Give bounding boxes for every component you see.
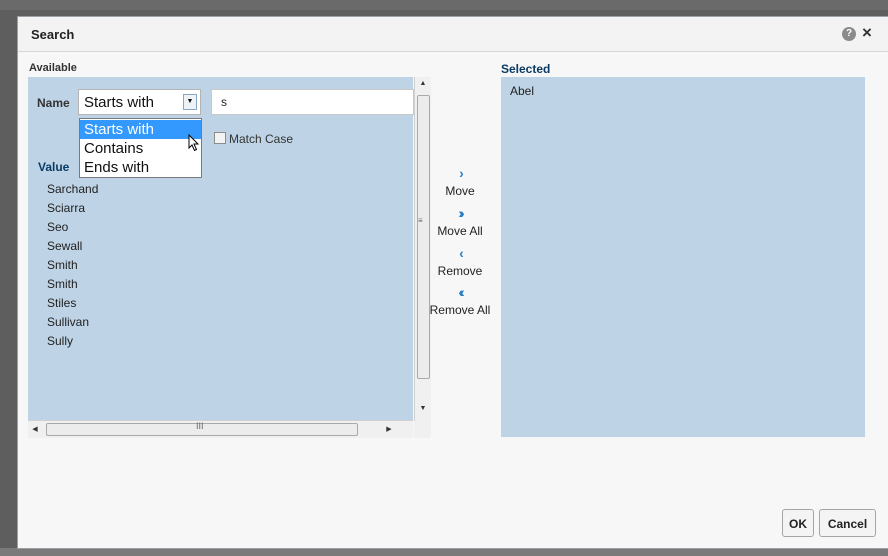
search-input[interactable] [211, 89, 414, 115]
match-case-checkbox[interactable]: Match Case [214, 132, 293, 146]
move-button[interactable]: › Move [423, 165, 497, 198]
chevron-left-icon: ‹ [459, 245, 464, 261]
checkbox-icon[interactable] [214, 132, 226, 144]
list-item[interactable]: Sullivan [47, 313, 98, 332]
list-item[interactable]: Abel [510, 84, 534, 98]
move-label: Move [445, 184, 475, 198]
dropdown-option[interactable]: Contains [80, 139, 201, 158]
scrollbar-corner [414, 421, 430, 438]
remove-button[interactable]: ‹ Remove [423, 245, 497, 278]
scroll-left-icon[interactable]: ◀ [28, 421, 42, 438]
name-label: Name [37, 96, 70, 110]
search-dialog: Search ? × Available Selected Name Start… [17, 16, 888, 549]
list-item[interactable]: Sciarra [47, 199, 98, 218]
scroll-down-icon[interactable]: ▼ [415, 402, 431, 416]
list-item[interactable]: Sully [47, 332, 98, 351]
background-bottom [0, 548, 888, 556]
list-item[interactable]: Smith [47, 256, 98, 275]
move-all-button[interactable]: ›› Move All [423, 205, 497, 238]
move-all-label: Move All [437, 224, 483, 238]
selected-panel: Abel [501, 77, 865, 437]
remove-all-label: Remove All [429, 303, 491, 317]
close-icon[interactable]: × [862, 23, 872, 43]
scroll-right-icon[interactable]: ▶ [382, 421, 396, 438]
list-item[interactable]: Smith [47, 275, 98, 294]
dropdown-option[interactable]: Ends with [80, 158, 201, 177]
list-item[interactable]: Seo [47, 218, 98, 237]
list-item[interactable]: Stiles [47, 294, 98, 313]
mouse-cursor-icon [188, 134, 200, 152]
ok-button[interactable]: OK [782, 509, 814, 537]
grip-icon: III [196, 421, 204, 431]
background-strip [0, 0, 888, 10]
double-chevron-left-icon: ‹‹ [458, 284, 464, 300]
available-values-list: Sarchand Sciarra Seo Sewall Smith Smith … [47, 180, 98, 351]
value-column-header: Value [38, 160, 70, 174]
double-chevron-right-icon: ›› [458, 205, 464, 221]
list-item[interactable]: Sewall [47, 237, 98, 256]
grip-icon: ≡ [418, 216, 423, 225]
remove-all-button[interactable]: ‹‹ Remove All [423, 284, 497, 317]
operator-select[interactable]: Starts with ▼ [78, 89, 201, 115]
match-case-label: Match Case [229, 132, 294, 146]
chevron-right-icon: › [459, 165, 464, 181]
scroll-up-icon[interactable]: ▲ [415, 77, 431, 91]
dialog-title: Search [31, 27, 75, 42]
help-icon[interactable]: ? [842, 27, 856, 41]
chevron-down-icon[interactable]: ▼ [183, 94, 197, 110]
available-label: Available [29, 62, 77, 74]
horizontal-scrollbar[interactable]: ◀ III ▶ [28, 420, 413, 438]
operator-dropdown-menu: Starts with Contains Ends with [79, 118, 202, 178]
selected-label: Selected [501, 62, 551, 76]
operator-selected-value: Starts with [84, 94, 155, 111]
remove-label: Remove [437, 264, 483, 278]
cancel-button[interactable]: Cancel [819, 509, 876, 537]
list-item[interactable]: Sarchand [47, 180, 98, 199]
dialog-titlebar: Search ? × [18, 17, 888, 52]
dropdown-option[interactable]: Starts with [80, 120, 201, 139]
